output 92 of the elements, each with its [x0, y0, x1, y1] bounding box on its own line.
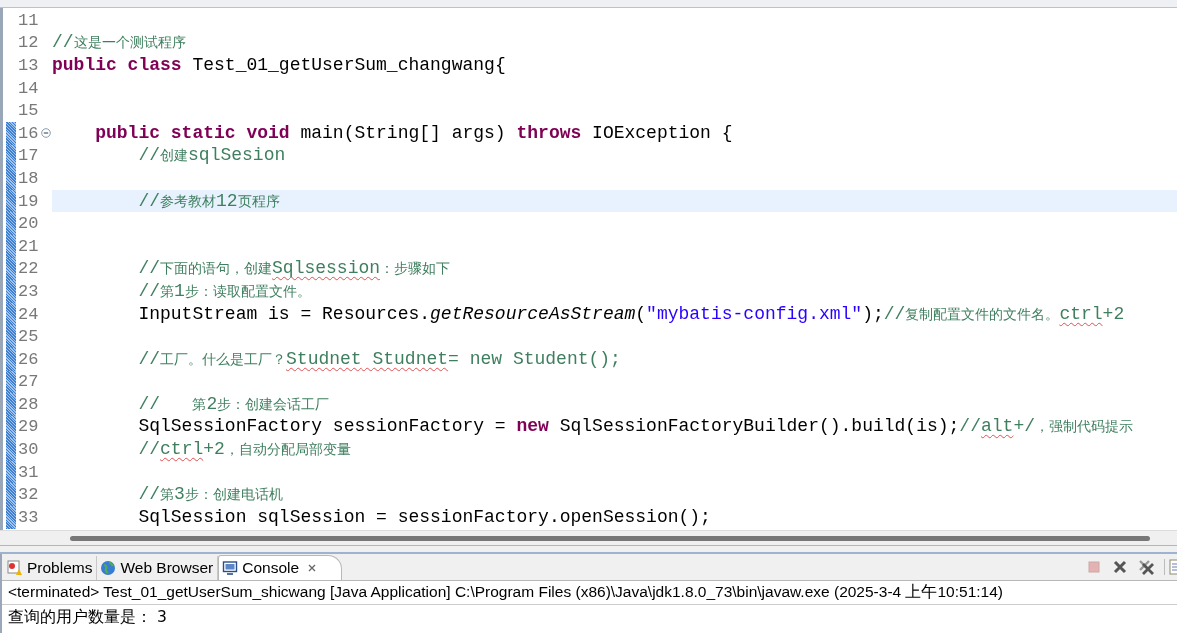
code-token: // [137, 439, 161, 461]
line-number: 16 [18, 123, 39, 143]
code-token: 创建 [160, 146, 189, 166]
line-number: 19 [18, 191, 39, 211]
code-token: // [883, 303, 906, 325]
code-token: Sqlsession [272, 258, 381, 280]
code-token: public static void [94, 122, 290, 144]
line-number: 31 [18, 462, 39, 482]
code-token: 步：读取配置文件。 [184, 281, 311, 301]
code-token: // [137, 280, 161, 302]
collapse-icon[interactable] [41, 127, 51, 138]
view-tab[interactable]: Problems [4, 556, 98, 580]
remove-icon[interactable] [1112, 559, 1128, 575]
code-token: // [959, 416, 981, 438]
code-token: // [137, 348, 161, 370]
line-number: 26 [18, 349, 39, 369]
code-token: +2 [203, 439, 225, 461]
line-number: 15 [18, 101, 39, 121]
code-token: 参考教材 [160, 191, 217, 211]
code-token: // [137, 145, 161, 167]
code-token: 第 [192, 394, 207, 414]
code-token: // [137, 190, 161, 212]
line-number: 12 [18, 33, 39, 53]
line-number: 23 [18, 281, 39, 301]
console-output: 查询的用户数量是： 3 [8, 607, 168, 627]
code-token: ：步骤如下 [380, 259, 451, 279]
code-token: public class [52, 55, 182, 76]
code-token: new [516, 416, 549, 438]
code-token: InputStream is = Resources. [137, 303, 431, 325]
code-token: ，自动分配局部变量 [224, 440, 351, 460]
code-token: "mybatis-config.xml" [646, 303, 863, 325]
scrollbar-thumb[interactable] [70, 535, 1150, 541]
close-icon[interactable] [307, 563, 318, 573]
code-token: 步：创建会话工厂 [217, 394, 330, 414]
line-number: 28 [18, 394, 39, 414]
code-token: ，强制代码提示 [1035, 417, 1133, 437]
code-token: alt [980, 416, 1014, 438]
code-token: SqlSessionFactory sessionFactory = [137, 416, 507, 438]
code-token: sqlSesion [188, 145, 286, 167]
code-token: = new Student(); [448, 348, 621, 370]
line-number: 20 [18, 214, 39, 234]
code-token: +/ [1013, 416, 1035, 438]
monitor-icon [222, 560, 239, 576]
code-token: ctrl [1059, 303, 1103, 325]
code-token: ( [635, 303, 647, 325]
line-number: 33 [18, 507, 39, 527]
code-token: // [137, 258, 161, 280]
line-number: 29 [18, 417, 39, 437]
code-token: 步：创建电话机 [184, 485, 283, 505]
code-token: 第 [160, 281, 175, 301]
line-number: 22 [18, 259, 39, 279]
code-token: Studnet [371, 348, 449, 370]
code-token: SqlSession sqlSession = sessionFactory.openSession(); [137, 506, 711, 528]
code-token: 2 [206, 393, 218, 415]
line-number: 21 [18, 236, 39, 256]
line-number: 11 [18, 10, 39, 30]
problems-icon [7, 560, 23, 576]
code-token: 第 [160, 485, 175, 505]
code-token: // [137, 484, 161, 506]
code-token: getResourceAsStream [430, 303, 636, 325]
line-number: 27 [18, 372, 39, 392]
line-number: 24 [18, 304, 39, 324]
console-status: <terminated> Test_01_getUserSum_shicwang [Java Application] C:\Program Files (x86)\Java\jdk1.8.0_73\bin\javaw.exe (2025-3-4 上午10:51:14) [2, 581, 1177, 605]
code-token: 12 [216, 190, 238, 212]
code-token: 页程序 [237, 191, 280, 211]
code-token: // [137, 393, 162, 415]
code-token: Studnet [286, 348, 362, 370]
code-token: ); [862, 303, 884, 325]
code-token: 3 [174, 484, 185, 506]
code-token: throws [516, 122, 582, 144]
code-token: // [52, 32, 74, 54]
remove-all-icon[interactable] [1138, 559, 1154, 575]
line-number: 32 [18, 485, 39, 505]
code-token: 这是一个测试程序 [73, 33, 186, 53]
code-token: IOException { [591, 122, 733, 144]
line-number: 14 [18, 78, 39, 98]
line-number: 17 [18, 146, 39, 166]
view-tab[interactable]: Console [218, 555, 343, 580]
line-number: 18 [18, 168, 39, 188]
code-token: ctrl [160, 439, 204, 461]
code-token: +2 [1102, 303, 1125, 325]
code-token: 1 [174, 280, 185, 302]
code-token: SqlSessionFactoryBuilder().build(is); [558, 416, 960, 438]
globe-icon [100, 560, 117, 576]
line-number: 25 [18, 327, 39, 347]
line-number: 13 [18, 56, 39, 75]
code-token: main(String[] args) [299, 122, 507, 144]
code-token: 复制配置文件的文件名。 [905, 304, 1060, 324]
code-token: 工厂。什么是工厂？ [160, 349, 287, 369]
code-token: Test_01_getUserSum_changwang{ [191, 55, 506, 76]
line-number: 30 [18, 440, 39, 460]
code-token: 下面的语句，创建 [160, 259, 273, 279]
